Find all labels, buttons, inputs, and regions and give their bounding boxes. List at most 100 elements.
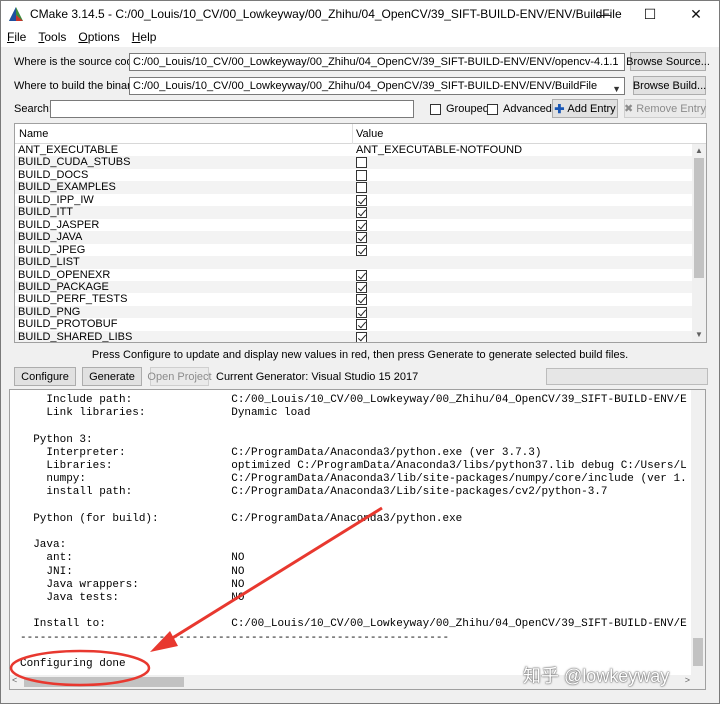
scroll-down-icon[interactable]: ▼ [692,328,706,342]
row-name: BUILD_JAVA [18,231,83,244]
grouped-checkbox[interactable]: Grouped [430,103,489,115]
log-line: JNI: NO [20,565,245,578]
output-log[interactable]: Include path: C:/00_Louis/10_CV/00_Lowke… [9,389,706,690]
row-name: BUILD_DOCS [18,168,89,181]
build-path-combo[interactable]: C:/00_Louis/10_CV/00_Lowkeyway/00_Zhihu/… [129,77,625,95]
row-value-checkbox[interactable] [356,157,367,169]
configure-button[interactable]: Configure [14,367,76,386]
maximize-button[interactable]: ☐ [627,1,673,27]
remove-icon: ✖ [624,103,634,115]
row-value-checkbox[interactable] [356,269,367,281]
table-row[interactable]: BUILD_JAVA [15,231,692,244]
row-value[interactable]: ANT_EXECUTABLE-NOTFOUND [356,144,522,157]
row-value-checkbox[interactable] [356,306,367,318]
scroll-right-icon[interactable]: > [685,675,690,685]
scroll-left-icon[interactable]: < [12,675,17,685]
row-value-checkbox[interactable] [356,244,367,256]
row-value-checkbox[interactable] [356,219,367,231]
log-line: Configuring done [20,658,126,670]
row-value-checkbox[interactable] [356,207,367,219]
row-value-checkbox[interactable] [356,194,367,206]
log-line: Java wrappers: NO [20,578,245,591]
add-entry-button[interactable]: ✚ Add Entry [552,99,618,118]
row-name: BUILD_PERF_TESTS [18,293,128,306]
row-name: BUILD_OPENEXR [18,268,111,281]
table-row[interactable]: BUILD_CUDA_STUBS [15,156,692,169]
table-row[interactable]: BUILD_LIST [15,256,692,269]
row-name: BUILD_JPEG [18,243,86,256]
table-row[interactable]: BUILD_OPENEXR [15,269,692,282]
table-row[interactable]: ANT_EXECUTABLE ANT_EXECUTABLE-NOTFOUND [15,144,692,157]
row-name: BUILD_LIST [18,256,80,269]
menu-file[interactable]: File [7,30,26,44]
output-hscroll-thumb[interactable] [24,677,184,687]
table-row[interactable]: BUILD_SHARED_LIBS [15,330,692,343]
row-name: ANT_EXECUTABLE [18,144,119,156]
table-row[interactable]: BUILD_EXAMPLES [15,181,692,194]
row-value-checkbox[interactable] [356,182,367,194]
row-value-checkbox[interactable] [356,319,367,331]
scroll-corner [691,675,705,689]
row-name: BUILD_PACKAGE [18,280,109,293]
grouped-label: Grouped [446,103,489,115]
table-scrollbar[interactable]: ▲ ▼ [692,144,706,342]
generate-button[interactable]: Generate [82,367,142,386]
title-bar: CMake 3.14.5 - C:/00_Louis/10_CV/00_Lowk… [1,1,719,27]
table-row[interactable]: BUILD_ITT [15,206,692,219]
output-vscroll-thumb[interactable] [693,638,703,666]
row-name: BUILD_SHARED_LIBS [18,330,133,343]
table-row[interactable]: BUILD_IPP_IW [15,194,692,207]
browse-source-button[interactable]: Browse Source... [626,52,710,71]
watermark: 知乎 @lowkeyway [523,666,670,686]
cmake-logo-icon [9,7,23,21]
window-title: CMake 3.14.5 - C:/00_Louis/10_CV/00_Lowk… [30,7,622,21]
table-row[interactable]: BUILD_DOCS [15,169,692,182]
log-line: Libraries: optimized C:/ProgramData/Anac… [20,460,687,472]
open-project-button[interactable]: Open Project [147,367,212,386]
menu-tools[interactable]: Tools [38,30,66,44]
search-input[interactable] [50,100,414,118]
remove-entry-button[interactable]: ✖ Remove Entry [624,99,706,118]
configure-hint: Press Configure to update and display ne… [91,349,629,361]
scroll-up-icon[interactable]: ▲ [692,144,706,158]
cmake-window: CMake 3.14.5 - C:/00_Louis/10_CV/00_Lowk… [0,0,720,704]
table-row[interactable]: BUILD_PERF_TESTS [15,293,692,306]
row-name: BUILD_ITT [18,206,74,219]
chevron-down-icon[interactable]: ▼ [612,81,621,94]
current-generator: Current Generator: Visual Studio 15 2017 [216,371,419,383]
row-value-checkbox[interactable] [356,232,367,244]
table-row[interactable]: BUILD_PROTOBUF [15,318,692,331]
table-scroll-thumb[interactable] [694,158,704,278]
output-vscrollbar[interactable] [691,390,705,675]
source-path-input[interactable]: C:/00_Louis/10_CV/00_Lowkeyway/00_Zhihu/… [129,53,625,71]
grouped-check-box[interactable] [430,103,441,115]
row-value-checkbox[interactable] [356,169,367,181]
table-row[interactable]: BUILD_PACKAGE [15,280,692,294]
row-value-checkbox[interactable] [356,331,367,342]
minimize-button[interactable]: — [581,1,627,27]
row-name: BUILD_IPP_IW [18,193,94,206]
build-label: Where to build the binaries: [14,80,148,92]
advanced-check-box[interactable] [487,103,498,115]
plus-icon: ✚ [554,101,565,116]
table-row[interactable]: BUILD_JASPER [15,219,692,232]
log-line: ant: NO [20,552,245,565]
menu-options[interactable]: Options [78,30,119,44]
menu-help[interactable]: Help [132,30,157,44]
table-row[interactable]: BUILD_PNG [15,305,692,319]
column-name-header[interactable]: Name [19,128,48,140]
browse-build-button[interactable]: Browse Build... [633,76,706,95]
row-value-checkbox[interactable] [356,281,367,293]
log-line: Python 3: [20,433,93,446]
log-line: Java tests: NO [20,592,245,604]
menu-bar: File Tools Options Help [1,27,719,47]
advanced-checkbox[interactable]: Advanced [487,103,552,115]
build-row: Where to build the binaries: C:/00_Louis… [1,75,719,97]
row-name: BUILD_JASPER [18,218,100,231]
close-button[interactable]: ✕ [673,1,719,27]
row-name: BUILD_PNG [18,305,81,318]
column-value-header[interactable]: Value [356,128,383,140]
table-row[interactable]: BUILD_JPEG [15,244,692,257]
row-value-checkbox[interactable] [356,294,367,306]
log-line: Python (for build): C:/ProgramData/Anaco… [20,512,463,525]
